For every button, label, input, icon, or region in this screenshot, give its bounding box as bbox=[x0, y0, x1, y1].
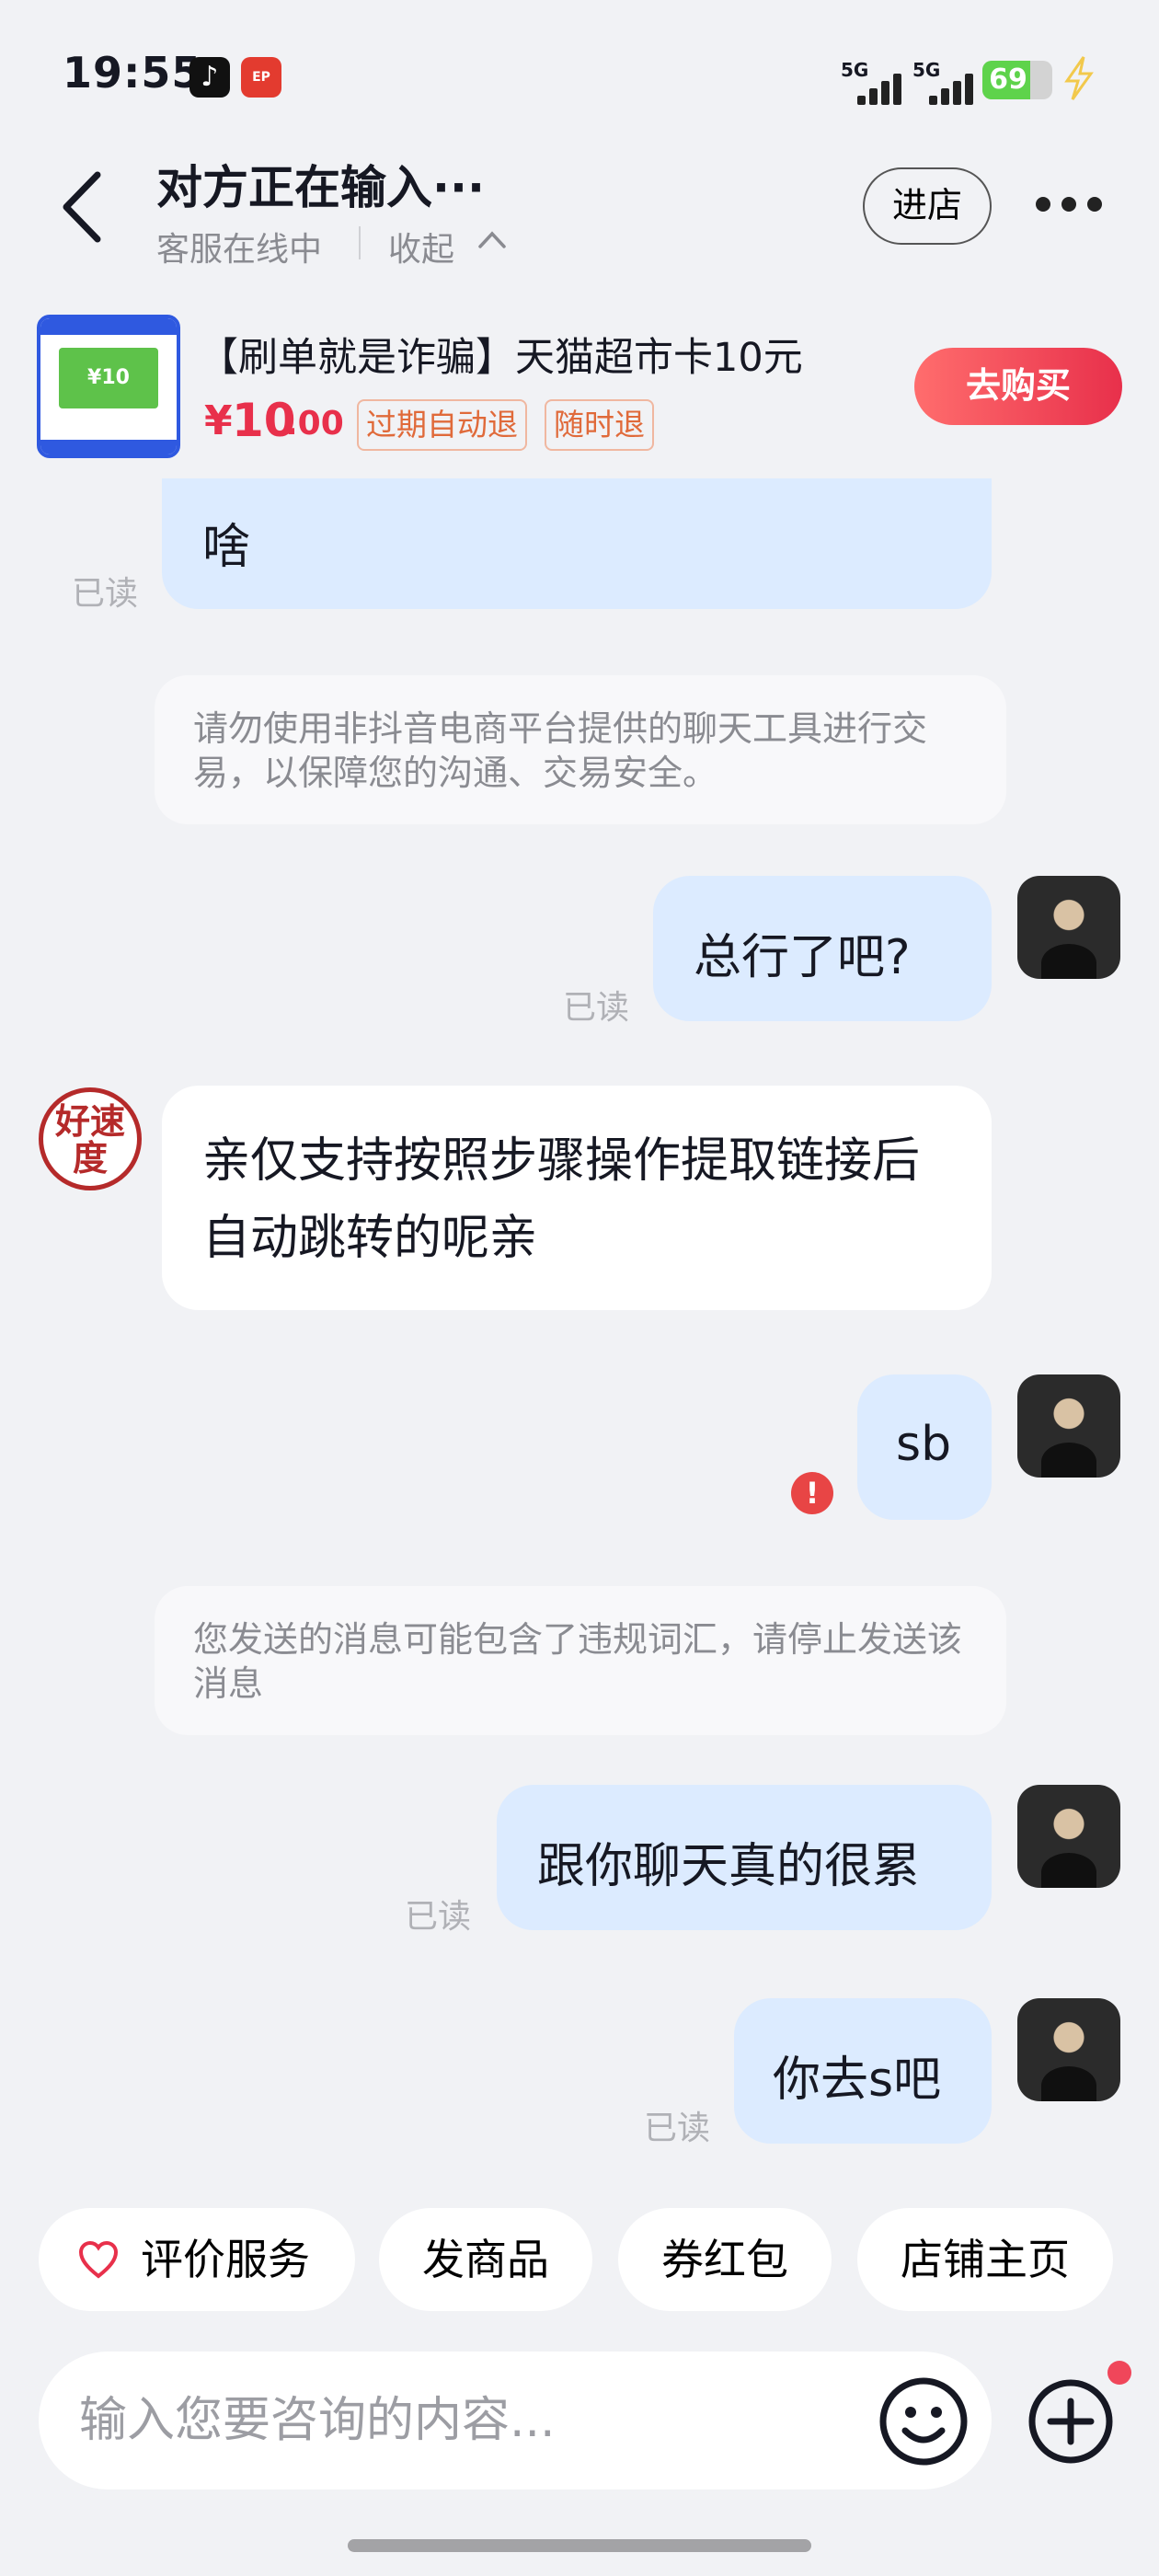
product-title[interactable]: 【刷单就是诈骗】天猫超市卡10元 bbox=[199, 326, 861, 383]
message-input[interactable] bbox=[39, 2352, 992, 2490]
coupon-button[interactable]: 券红包 bbox=[618, 2208, 832, 2311]
signal-icon: 5G bbox=[841, 59, 914, 105]
back-arrow-icon[interactable] bbox=[57, 166, 112, 248]
message-text: 啥 bbox=[202, 520, 251, 575]
price-decimal: .00 bbox=[285, 405, 344, 443]
send-product-button[interactable]: 发商品 bbox=[379, 2208, 592, 2311]
chevron-up-icon[interactable] bbox=[476, 228, 508, 250]
emoji-icon[interactable] bbox=[878, 2375, 970, 2467]
send-error-icon[interactable]: ! bbox=[791, 1472, 833, 1514]
read-status: 已读 bbox=[72, 575, 139, 613]
read-status: 已读 bbox=[563, 989, 630, 1027]
user-avatar[interactable] bbox=[1017, 1374, 1120, 1478]
seller-avatar-text: 好速度 bbox=[54, 1101, 125, 1179]
read-status: 已读 bbox=[405, 1898, 472, 1936]
tiktok-app-icon: ♪ bbox=[189, 57, 230, 98]
user-avatar[interactable] bbox=[1017, 1998, 1120, 2101]
user-avatar[interactable] bbox=[1017, 1785, 1120, 1888]
charging-icon bbox=[1064, 56, 1094, 100]
message-bubble[interactable]: 啥 bbox=[162, 478, 992, 609]
more-options-icon[interactable] bbox=[1036, 197, 1102, 215]
heart-icon bbox=[78, 2240, 119, 2279]
message-text: 跟你聊天真的很累 bbox=[537, 1839, 921, 1894]
battery-icon: 69 bbox=[982, 61, 1052, 99]
message-text: 总行了吧? bbox=[694, 930, 911, 985]
battery-level: 69 bbox=[989, 63, 1027, 96]
tag-auto-refund: 过期自动退 bbox=[357, 399, 527, 451]
message-bubble[interactable]: 跟你聊天真的很累 bbox=[497, 1785, 992, 1930]
message-text: sb bbox=[896, 1417, 952, 1472]
service-status: 客服在线中 bbox=[156, 231, 323, 269]
product-image-badge: ¥10 bbox=[59, 348, 158, 408]
message-bubble[interactable]: 亲仅支持按照步骤操作提取链接后自动跳转的呢亲 bbox=[162, 1086, 992, 1310]
rate-service-button[interactable]: 评价服务 bbox=[39, 2208, 355, 2311]
product-thumbnail[interactable]: ¥10 bbox=[37, 315, 180, 458]
plus-icon[interactable] bbox=[1027, 2377, 1115, 2466]
message-bubble[interactable]: 总行了吧? bbox=[653, 876, 992, 1021]
message-text: 你去s吧 bbox=[773, 2053, 942, 2108]
notification-dot bbox=[1107, 2361, 1131, 2385]
price-symbol: ¥ bbox=[204, 397, 233, 444]
store-home-button[interactable]: 店铺主页 bbox=[857, 2208, 1113, 2311]
header-title: 对方正在输入··· bbox=[156, 161, 485, 214]
message-bubble[interactable]: 你去s吧 bbox=[734, 1998, 992, 2144]
message-text: 亲仅支持按照步骤操作提取链接后自动跳转的呢亲 bbox=[202, 1133, 921, 1266]
notification-app-icon: EP bbox=[241, 57, 281, 98]
signal-icon-2: 5G bbox=[912, 59, 986, 105]
seller-avatar[interactable]: 好速度 bbox=[39, 1087, 142, 1190]
read-status: 已读 bbox=[644, 2110, 711, 2147]
header-divider bbox=[359, 226, 361, 259]
rate-service-label: 评价服务 bbox=[141, 2236, 310, 2283]
system-notice: 请勿使用非抖音电商平台提供的聊天工具进行交易，以保障您的沟通、交易安全。 bbox=[155, 675, 1006, 824]
user-avatar[interactable] bbox=[1017, 876, 1120, 979]
enter-store-button[interactable]: 进店 bbox=[863, 167, 992, 245]
home-indicator[interactable] bbox=[348, 2539, 811, 2552]
system-warning: 您发送的消息可能包含了违规词汇，请停止发送该消息 bbox=[155, 1586, 1006, 1735]
message-bubble[interactable]: sb bbox=[857, 1374, 992, 1520]
collapse-toggle[interactable]: 收起 bbox=[388, 223, 454, 270]
buy-button[interactable]: 去购买 bbox=[914, 348, 1122, 425]
status-time: 19:55 bbox=[63, 48, 202, 98]
tag-anytime-refund: 随时退 bbox=[545, 399, 654, 451]
